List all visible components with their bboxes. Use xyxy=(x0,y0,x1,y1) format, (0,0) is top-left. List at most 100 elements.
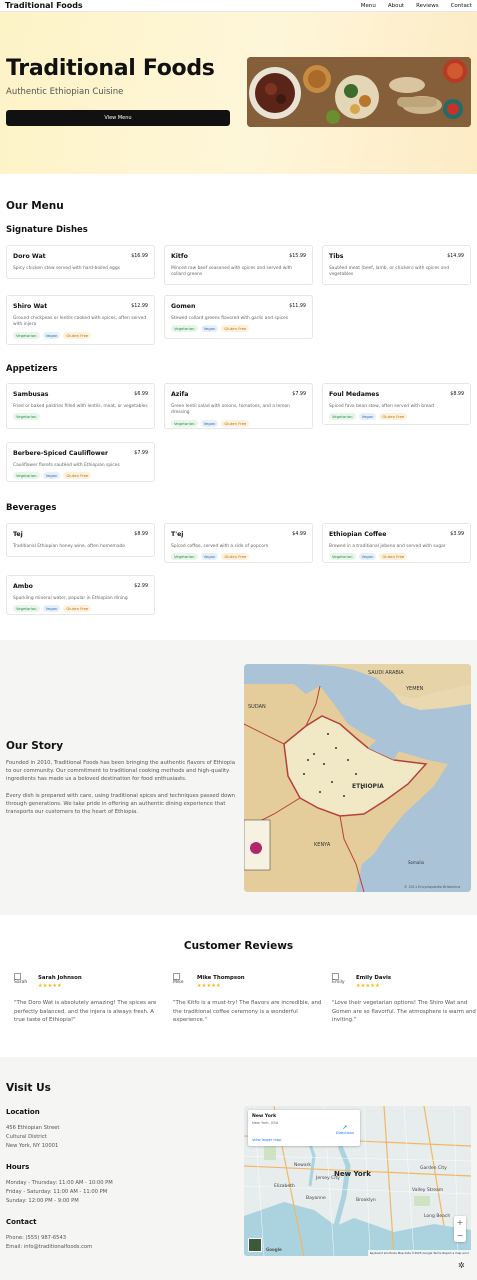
story-title: Our Story xyxy=(6,740,64,752)
dish-price: $11.99 xyxy=(289,304,306,309)
menu-card[interactable]: Tej $8.99 Traditional Ethiopian honey win… xyxy=(6,523,155,557)
nav-links: Menu About Reviews Contact xyxy=(349,3,472,9)
rating-stars: ★★★★★ xyxy=(38,983,62,989)
hours-line: Friday - Saturday: 11:00 AM - 11:00 PM xyxy=(6,1189,108,1195)
hero-food-image xyxy=(247,57,471,127)
map-city-label: New York xyxy=(334,1170,371,1178)
avatar: Mike xyxy=(173,973,189,989)
dish-price: $4.99 xyxy=(292,532,306,537)
phone-line: Phone: (555) 987-6543 xyxy=(6,1235,67,1241)
zoom-in-button[interactable]: + xyxy=(454,1216,466,1229)
menu-card[interactable]: Berbere-Spiced Cauliflower $7.99 Cauliflo… xyxy=(6,442,155,482)
dish-price: $6.99 xyxy=(134,392,148,397)
avatar: Emily xyxy=(332,973,348,989)
hours-line: Sunday: 12:00 PM - 9:00 PM xyxy=(6,1198,79,1204)
dish-name: Gomen xyxy=(171,303,196,310)
dish-description: Cauliflower florets sautéed with Ethiopi… xyxy=(13,463,120,468)
map-label-elizabeth: Elizabeth xyxy=(274,1184,295,1189)
dish-description: Minced raw beef seasoned with spices and… xyxy=(171,266,293,278)
map-label-long-beach: Long Beach xyxy=(424,1214,451,1219)
tag-vegetarian: Vegetarian xyxy=(13,605,40,613)
dish-price: $3.99 xyxy=(450,532,464,537)
tag-gluten-free: Gluten Free xyxy=(221,553,250,561)
dish-price: $12.99 xyxy=(131,304,148,309)
tag-vegan: Vegan xyxy=(42,472,61,480)
reviews-title: Customer Reviews xyxy=(183,940,294,952)
map-label-garden-city: Garden City xyxy=(420,1166,447,1171)
avatar-alt: Mike xyxy=(173,980,184,985)
menu-card[interactable]: Gomen $11.99 Stewed collard greens flavor… xyxy=(164,295,313,339)
google-map-embed[interactable]: Newark Jersey City Bayonne Elizabeth Bro… xyxy=(244,1106,471,1256)
nav-link-about[interactable]: About xyxy=(388,3,404,9)
review-text: "The Doro Wat is absolutely amazing! The… xyxy=(14,1000,157,1024)
reviewer-name: Emily Davis xyxy=(356,975,392,981)
menu-card[interactable]: T'ej $4.99 Spiced coffee, served with a s… xyxy=(164,523,313,563)
story-paragraph-2: Every dish is prepared with care, using … xyxy=(6,793,236,816)
review-card: Mike Mike Thompson ★★★★★ "The Kitfo is a… xyxy=(173,973,323,1033)
tag-vegan: Vegan xyxy=(42,605,61,613)
contact-heading: Contact xyxy=(6,1218,37,1226)
review-card: Emily Emily Davis ★★★★★ "Love their vege… xyxy=(332,973,477,1033)
tag-gluten-free: Gluten Free xyxy=(379,553,408,561)
menu-section-title: Our Menu xyxy=(6,200,64,212)
map-label-bayonne: Bayonne xyxy=(306,1196,326,1201)
dish-name: Doro Wat xyxy=(13,253,46,260)
view-menu-button[interactable]: View Menu xyxy=(6,110,230,126)
tag-vegetarian: Vegetarian xyxy=(329,553,356,561)
map-layer-toggle[interactable] xyxy=(248,1238,262,1252)
map-info-card: New York New York, USA ➚ Directions View … xyxy=(248,1110,360,1146)
brand-logo[interactable]: Traditional Foods xyxy=(5,1,83,10)
menu-card[interactable]: Doro Wat $16.99 Spicy chicken stew served… xyxy=(6,245,155,279)
map-copyright: © 2011 Encyclopædia Britannica xyxy=(404,885,460,889)
tag-gluten-free: Gluten Free xyxy=(221,325,250,333)
view-larger-map-link[interactable]: View larger map xyxy=(252,1138,281,1142)
visit-title: Visit Us xyxy=(6,1082,51,1094)
dish-price: $2.99 xyxy=(134,584,148,589)
zoom-control: + − xyxy=(454,1216,466,1242)
nav-link-reviews[interactable]: Reviews xyxy=(416,3,439,9)
tag-vegan: Vegan xyxy=(358,413,377,421)
map-label-newark: Newark xyxy=(294,1163,312,1168)
avatar-alt: Emily xyxy=(332,980,345,985)
dish-description: Traditional Ethiopian honey wine, often … xyxy=(13,544,126,549)
map-footer: Keyboard shortcuts Map data ©2025 Google… xyxy=(367,1250,471,1256)
category-title-signature: Signature Dishes xyxy=(6,225,88,235)
directions-button[interactable]: ➚ Directions xyxy=(336,1124,354,1135)
menu-card[interactable]: Sambusas $6.99 Fried or baked pastries fi… xyxy=(6,383,155,429)
menu-card[interactable]: Tibs $14.99 Sautéed meat (beef, lamb, or … xyxy=(322,245,471,285)
address-line: 456 Ethiopian Street xyxy=(6,1125,60,1131)
hero-section: Traditional Foods Authentic Ethiopian Cu… xyxy=(0,12,477,174)
dish-name: Sambusas xyxy=(13,391,49,398)
dish-description: Sautéed meat (beef, lamb, or chicken) wi… xyxy=(329,266,450,278)
menu-card[interactable]: Foul Medames $8.99 Spiced fava bean stew,… xyxy=(322,383,471,425)
tag-vegetarian: Vegetarian xyxy=(171,419,198,427)
tag-gluten-free: Gluten Free xyxy=(63,605,92,613)
settings-gear-icon[interactable]: ✲ xyxy=(458,1261,465,1270)
dish-description: Brewed in a traditional jebena and serve… xyxy=(329,544,446,549)
nav-link-contact[interactable]: Contact xyxy=(451,3,472,9)
tag-gluten-free: Gluten Free xyxy=(63,331,92,339)
tag-gluten-free: Gluten Free xyxy=(63,472,92,480)
menu-card[interactable]: Ethiopian Coffee $3.99 Brewed in a tradit… xyxy=(322,523,471,563)
map-label-arabia: SAUDI ARABIA xyxy=(368,670,404,676)
hours-line: Monday - Thursday: 11:00 AM - 10:00 PM xyxy=(6,1180,113,1186)
tag-vegan: Vegan xyxy=(200,325,219,333)
menu-card[interactable]: Azifa $7.99 Green lentil salad with onion… xyxy=(164,383,313,429)
category-title-appetizers: Appetizers xyxy=(6,364,58,374)
hours-heading: Hours xyxy=(6,1163,30,1171)
map-label-kenya: KENYA xyxy=(314,842,331,848)
menu-card[interactable]: Kitfo $15.99 Minced raw beef seasoned wit… xyxy=(164,245,313,285)
dish-price: $7.99 xyxy=(134,451,148,456)
menu-card[interactable]: Shiro Wat $12.99 Ground chickpeas or lent… xyxy=(6,295,155,345)
tag-vegan: Vegan xyxy=(200,419,219,427)
zoom-out-button[interactable]: − xyxy=(454,1229,466,1242)
dish-name: Foul Medames xyxy=(329,391,380,398)
rating-stars: ★★★★★ xyxy=(197,983,221,989)
menu-card[interactable]: Ambo $2.99 Sparkling mineral water, popul… xyxy=(6,575,155,615)
map-label-sudan: SUDAN xyxy=(248,704,266,710)
tag-vegetarian: Vegetarian xyxy=(13,472,40,480)
nav-link-menu[interactable]: Menu xyxy=(361,3,376,9)
dish-description: Sparkling mineral water, popular in Ethi… xyxy=(13,596,128,601)
dish-price: $15.99 xyxy=(289,254,306,259)
tag-vegetarian: Vegetarian xyxy=(329,413,356,421)
